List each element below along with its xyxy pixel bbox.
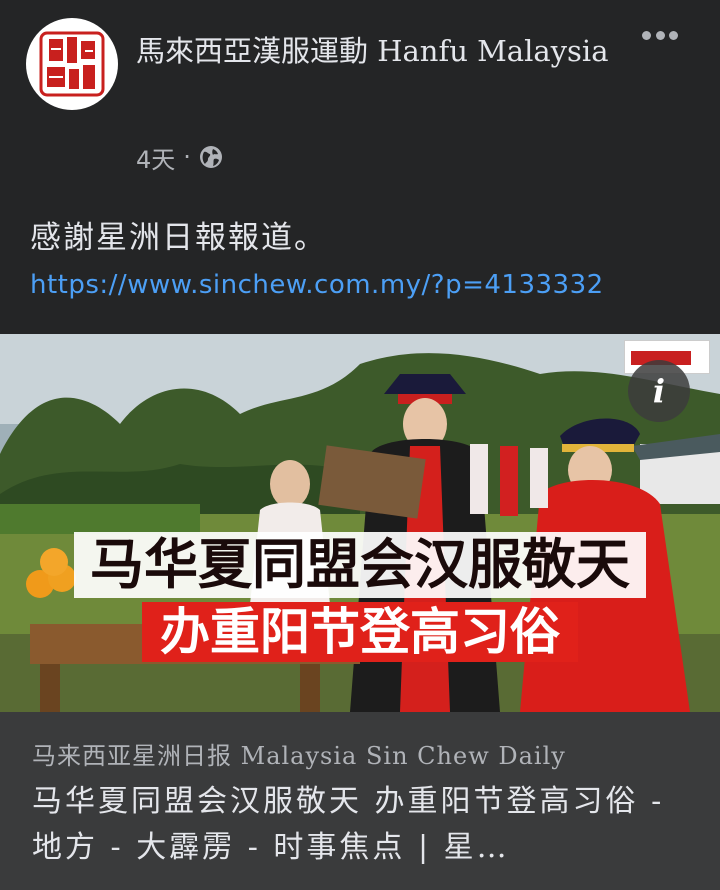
more-options-icon[interactable] [636,20,684,50]
preview-title: 马华夏同盟会汉服敬天 办重阳节登高习俗 - 地方 - 大霹雳 - 时事焦点 | … [32,784,665,865]
post-meta: 4天 · [136,140,223,174]
seal-logo-icon [30,22,114,106]
more-dot [642,30,651,40]
link-preview-card[interactable]: 马来西亚星洲日报 Malaysia Sin Chew Daily 马华夏同盟会汉… [0,712,720,890]
preview-source: 马来西亚星洲日报 Malaysia Sin Chew Daily [32,742,566,770]
facebook-post: 馬來西亞漢服運動 Hanfu Malaysia 4天 · 感謝星洲日報報道。 h… [0,0,720,890]
post-caption: 感謝星洲日報報道。 [30,220,327,256]
globe-icon[interactable] [199,145,223,169]
more-dot [655,30,665,40]
info-icon[interactable]: i [628,360,690,422]
page-avatar[interactable] [26,18,118,110]
headline-line-2: 办重阳节登高习俗 [142,602,578,662]
link-preview-image[interactable]: i 马华夏同盟会汉服敬天 办重阳节登高习俗 [0,334,720,712]
post-link[interactable]: https://www.sinchew.com.my/?p=4133332 [30,270,604,300]
post-time[interactable]: 4天 [136,140,175,175]
more-dot [669,30,678,40]
meta-separator: · [183,143,191,171]
headline-line-1: 马华夏同盟会汉服敬天 [74,532,646,598]
page-name[interactable]: 馬來西亞漢服運動 Hanfu Malaysia [136,24,636,78]
image-headline: 马华夏同盟会汉服敬天 办重阳节登高习俗 [0,532,720,662]
